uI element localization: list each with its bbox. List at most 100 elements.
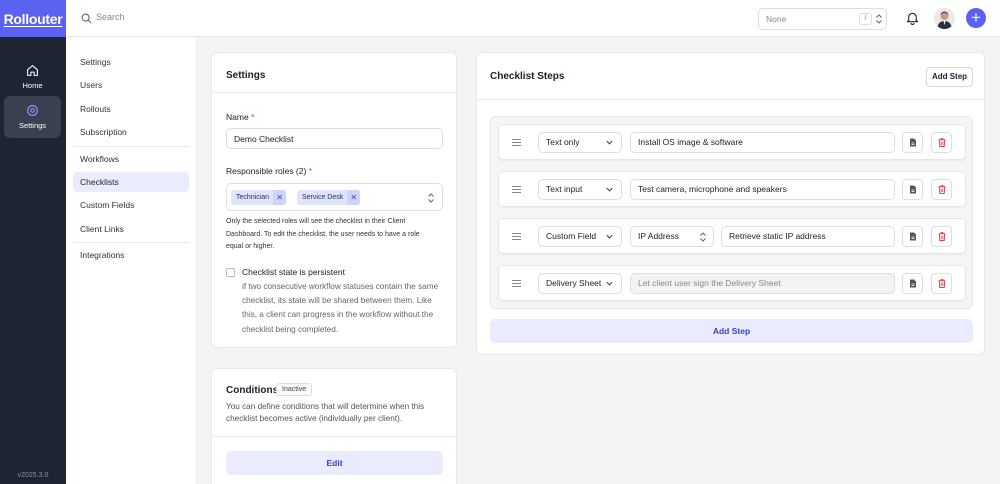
step-type-value: Text input <box>546 184 583 194</box>
app-version: v2025.3.0 <box>17 472 49 479</box>
role-chip-label: Service Desk <box>302 194 344 201</box>
role-chip: Service Desk ✕ <box>297 190 361 205</box>
persistent-checkbox[interactable] <box>226 268 235 277</box>
create-button[interactable]: + <box>966 8 986 28</box>
remove-role-icon[interactable]: ✕ <box>347 190 361 205</box>
roles-multiselect[interactable]: Technician ✕ Service Desk ✕ <box>226 183 443 211</box>
logo[interactable]: Rollouter <box>0 0 66 37</box>
search-icon <box>81 13 92 24</box>
subnav-item-subscription[interactable]: Subscription <box>73 122 189 142</box>
remove-role-icon[interactable]: ✕ <box>273 190 287 205</box>
main-rail: Rollouter Home Settings v2025.3.0 <box>0 0 66 484</box>
search-input[interactable] <box>96 12 296 22</box>
divider <box>477 99 984 100</box>
roles-label: Responsible roles (2) * <box>226 166 313 176</box>
step-type-select[interactable]: Custom Field <box>538 226 622 247</box>
client-select-value: None <box>766 14 787 24</box>
persistent-description: if two consecutive workflow statuses con… <box>242 282 439 334</box>
settings-card-title: Settings <box>226 70 266 81</box>
add-step-bottom-button[interactable]: Add Step <box>490 319 973 343</box>
step-text-value: Retrieve static IP address <box>729 231 826 241</box>
home-icon <box>27 65 38 76</box>
step-text-field[interactable]: Install OS image & software <box>630 132 895 153</box>
avatar[interactable] <box>934 8 955 29</box>
updown-chevron-icon <box>428 193 434 203</box>
custom-field-value: IP Address <box>638 231 679 241</box>
step-type-value: Custom Field <box>546 231 597 241</box>
subnav-item-custom-fields[interactable]: Custom Fields <box>73 195 189 215</box>
step-text-field[interactable]: Test camera, microphone and speakers <box>630 179 895 200</box>
drag-handle-icon[interactable] <box>512 186 521 195</box>
subnav-divider <box>73 242 189 243</box>
chevron-down-icon <box>606 140 613 145</box>
settings-icon <box>27 105 38 116</box>
divider <box>212 436 456 437</box>
role-chip: Technician ✕ <box>231 190 287 205</box>
step-delete-button[interactable] <box>931 179 952 200</box>
step-delete-button[interactable] <box>931 132 952 153</box>
rail-item-home[interactable]: Home <box>4 56 61 98</box>
step-delete-button[interactable] <box>931 273 952 294</box>
step-type-select[interactable]: Delivery Sheet <box>538 273 622 294</box>
document-icon <box>909 232 916 241</box>
trash-icon <box>938 232 945 241</box>
drag-handle-icon[interactable] <box>512 139 521 148</box>
step-text-value: Let client user sign the Delivery Sheet <box>638 278 781 288</box>
name-field[interactable] <box>226 128 443 149</box>
step-type-select[interactable]: Text input <box>538 179 622 200</box>
checklist-steps-title: Checklist Steps <box>490 71 565 82</box>
bell-icon[interactable] <box>906 11 919 25</box>
list-item: Custom Field IP Address Retrieve static … <box>498 218 966 254</box>
step-text-field[interactable]: Retrieve static IP address <box>721 226 895 247</box>
rail-item-home-label: Home <box>22 81 43 90</box>
role-chip-label: Technician <box>236 194 270 201</box>
step-doc-button[interactable] <box>902 226 923 247</box>
step-type-value: Delivery Sheet <box>546 278 602 288</box>
chevron-down-icon <box>606 187 613 192</box>
step-doc-button[interactable] <box>902 179 923 200</box>
subnav-item-workflows[interactable]: Workflows <box>73 149 189 169</box>
chevron-down-icon <box>606 281 613 286</box>
subnav-item-client-links[interactable]: Client Links <box>73 219 189 239</box>
chevron-down-icon <box>606 234 613 239</box>
roles-label-text: Responsible roles (2) <box>226 166 307 176</box>
settings-subnav: Settings Users Rollouts Subscription Wor… <box>66 37 197 484</box>
subnav-item-users[interactable]: Users <box>73 75 189 95</box>
shortcut-key: / <box>859 13 872 25</box>
subnav-item-settings[interactable]: Settings <box>73 52 189 72</box>
trash-icon <box>938 185 945 194</box>
step-type-value: Text only <box>546 137 580 147</box>
name-label: Name * <box>226 112 255 122</box>
step-text-value: Install OS image & software <box>638 137 743 147</box>
checklist-steps-card: Checklist Steps Add Step Text only Insta… <box>476 52 985 355</box>
step-text-field: Let client user sign the Delivery Sheet <box>630 273 895 294</box>
trash-icon <box>938 138 945 147</box>
rail-item-settings-label: Settings <box>18 121 47 130</box>
status-badge: Inactive <box>276 383 313 396</box>
step-doc-button[interactable] <box>902 273 923 294</box>
top-bar: None / + <box>66 0 1000 37</box>
settings-card: Settings Name * Responsible roles (2) * … <box>211 52 457 348</box>
divider <box>212 92 456 93</box>
drag-handle-icon[interactable] <box>512 280 521 289</box>
subnav-item-rollouts[interactable]: Rollouts <box>73 99 189 119</box>
rail-item-settings[interactable]: Settings <box>4 96 61 138</box>
step-text-value: Test camera, microphone and speakers <box>638 184 787 194</box>
list-item: Delivery Sheet Let client user sign the … <box>498 265 966 301</box>
step-type-select[interactable]: Text only <box>538 132 622 153</box>
step-delete-button[interactable] <box>931 226 952 247</box>
client-select[interactable]: None / <box>758 8 887 30</box>
document-icon <box>909 279 916 288</box>
name-label-text: Name <box>226 112 249 122</box>
edit-conditions-button[interactable]: Edit <box>226 451 443 475</box>
custom-field-select[interactable]: IP Address <box>630 226 714 247</box>
step-doc-button[interactable] <box>902 132 923 153</box>
trash-icon <box>938 279 945 288</box>
conditions-card-title: Conditions <box>226 385 279 396</box>
roles-hint: Only the selected roles will see the che… <box>226 218 420 250</box>
subnav-item-checklists[interactable]: Checklists <box>73 172 189 192</box>
drag-handle-icon[interactable] <box>512 233 521 242</box>
subnav-item-integrations[interactable]: Integrations <box>73 245 189 265</box>
logo-text: Rollouter <box>3 10 63 27</box>
add-step-button[interactable]: Add Step <box>926 67 973 87</box>
